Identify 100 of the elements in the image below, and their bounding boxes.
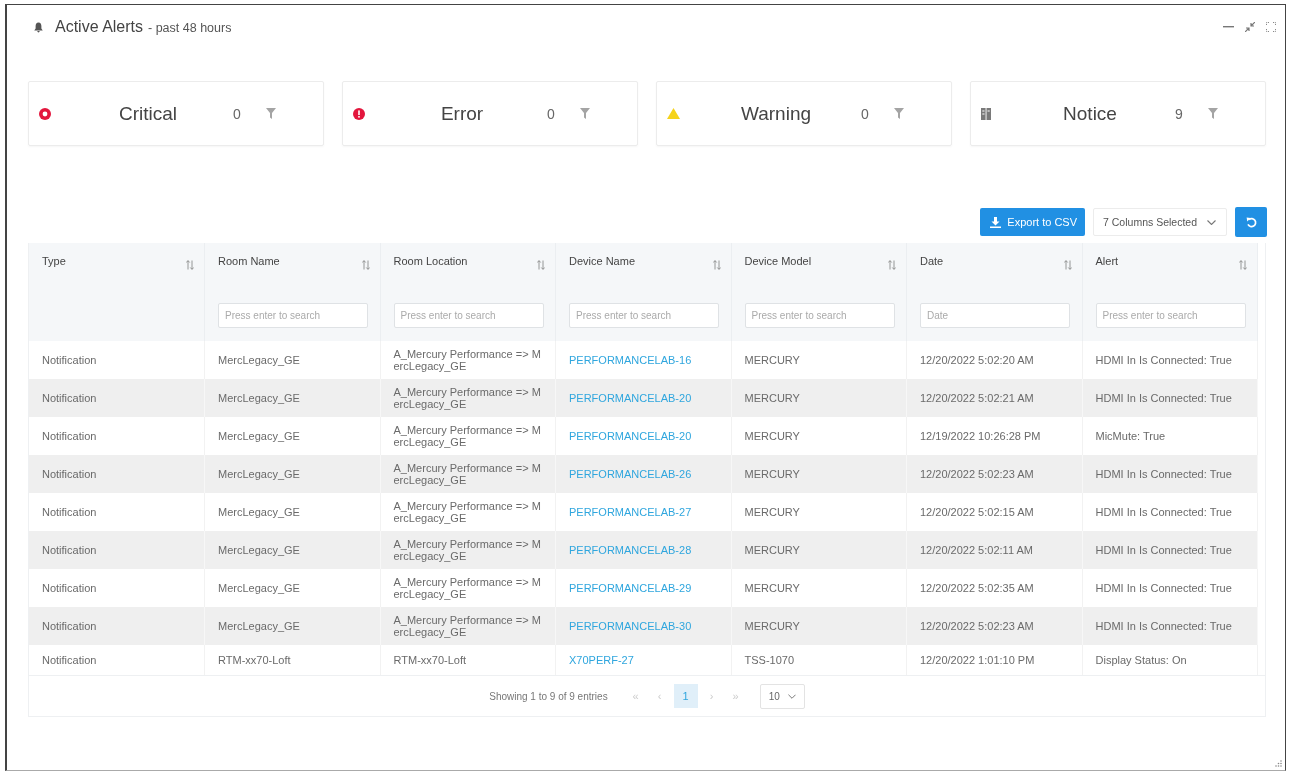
table-cell: A_Mercury Performance => MercLegacy_GE: [393, 462, 541, 486]
filter-icon[interactable]: [266, 108, 276, 119]
table-cell: A_Mercury Performance => MercLegacy_GE: [393, 538, 541, 562]
warning-triangle-icon: [667, 108, 680, 119]
export-csv-button[interactable]: Export to CSV: [980, 208, 1086, 236]
alert-count: 0: [232, 105, 242, 122]
severity-label: Critical: [117, 102, 179, 125]
table-cell: 12/20/2022 5:02:23 AM: [920, 620, 1034, 632]
panel-title: Active Alerts: [55, 18, 144, 36]
summary-card[interactable]: Notice 9: [970, 81, 1266, 146]
resize-grip-icon[interactable]: [1275, 760, 1282, 767]
sort-icon[interactable]: [1239, 260, 1247, 270]
alert-count: 0: [860, 105, 870, 122]
entries-info: Showing 1 to 9 of 9 entries: [489, 690, 608, 702]
search-field[interactable]: Press enter to search: [569, 303, 719, 328]
sort-icon[interactable]: [361, 260, 370, 270]
table-cell: MercLegacy_GE: [218, 582, 300, 594]
table-cell: A_Mercury Performance => MercLegacy_GE: [393, 576, 541, 600]
search-field[interactable]: Press enter to search: [1095, 303, 1246, 328]
table-cell: Notification: [42, 506, 97, 518]
search-field[interactable]: Press enter to search: [744, 303, 895, 328]
table-cell: MERCURY: [744, 582, 800, 594]
table-cell: 12/19/2022 10:26:28 PM: [920, 430, 1041, 442]
table-cell: A_Mercury Performance => MercLegacy_GE: [393, 348, 541, 372]
severity-label: Notice: [1062, 102, 1118, 125]
table-cell: MERCURY: [744, 544, 800, 556]
search-field[interactable]: Press enter to search: [393, 303, 544, 328]
page-button[interactable]: 1: [673, 684, 698, 708]
table-cell: MERCURY: [744, 392, 800, 404]
table-cell: Notification: [42, 468, 97, 480]
filter-icon[interactable]: [1208, 108, 1218, 119]
table-cell: RTM-xx70-Loft: [393, 654, 467, 666]
summary-card[interactable]: Critical 0: [28, 81, 324, 146]
column-header: Device Name: [569, 255, 636, 267]
severity-label: Error: [439, 102, 485, 125]
document-icon: [981, 107, 991, 120]
column-header: Date: [920, 255, 944, 267]
fullscreen-icon[interactable]: [1266, 22, 1276, 32]
column-header: Type: [42, 255, 66, 267]
table-cell: 12/20/2022 5:02:15 AM: [920, 506, 1034, 518]
device-link[interactable]: PERFORMANCELAB-20: [569, 430, 692, 442]
table-cell: MercLegacy_GE: [218, 506, 300, 518]
table-cell: Notification: [42, 354, 97, 366]
table-cell: A_Mercury Performance => MercLegacy_GE: [393, 424, 541, 448]
refresh-button[interactable]: [1235, 207, 1267, 237]
exclamation-circle-icon: [353, 107, 365, 120]
search-field[interactable]: Date: [920, 303, 1070, 328]
summary-card[interactable]: Warning 0: [656, 81, 952, 146]
table-cell: Notification: [42, 582, 97, 594]
table-cell: MERCURY: [744, 354, 800, 366]
column-header: Room Location: [393, 255, 468, 267]
table-cell: MercLegacy_GE: [218, 544, 300, 556]
sort-icon[interactable]: [537, 260, 545, 270]
device-link[interactable]: PERFORMANCELAB-29: [569, 582, 692, 594]
table-cell: MERCURY: [744, 430, 800, 442]
table-cell: Notification: [42, 620, 97, 632]
filter-icon[interactable]: [580, 108, 590, 119]
bell-icon: [34, 21, 43, 33]
table-cell: MERCURY: [744, 620, 800, 632]
table-cell: Notification: [42, 544, 97, 556]
severity-label: Warning: [739, 102, 812, 125]
sort-icon[interactable]: [712, 260, 721, 270]
table-cell: Notification: [42, 430, 97, 442]
table-cell: MERCURY: [744, 506, 800, 518]
device-link[interactable]: PERFORMANCELAB-27: [569, 506, 692, 518]
table-cell: MercLegacy_GE: [218, 468, 300, 480]
alert-count: 9: [1174, 105, 1184, 122]
page-size-select[interactable]: 10: [759, 683, 805, 709]
table-cell: HDMI In Is Connected: True: [1095, 544, 1232, 556]
alert-count: 0: [546, 105, 556, 122]
device-link[interactable]: X70PERF-27: [569, 654, 634, 666]
table-cell: A_Mercury Performance => MercLegacy_GE: [393, 614, 541, 638]
sort-icon[interactable]: [186, 260, 194, 270]
sort-icon[interactable]: [1063, 260, 1072, 270]
columns-select[interactable]: 7 Columns Selected: [1093, 208, 1227, 236]
table-cell: Display Status: On: [1095, 654, 1187, 666]
table-cell: HDMI In Is Connected: True: [1095, 392, 1232, 404]
table-cell: A_Mercury Performance => MercLegacy_GE: [393, 500, 541, 524]
table-cell: HDMI In Is Connected: True: [1095, 468, 1232, 480]
table-cell: HDMI In Is Connected: True: [1095, 354, 1232, 366]
table-cell: Notification: [42, 392, 97, 404]
table-cell: MicMute: True: [1095, 430, 1166, 442]
collapse-arrows-icon[interactable]: [1245, 22, 1255, 32]
table-cell: MERCURY: [744, 468, 800, 480]
minimize-icon[interactable]: [1223, 26, 1234, 28]
device-link[interactable]: PERFORMANCELAB-16: [569, 354, 692, 366]
table-cell: 12/20/2022 5:02:20 AM: [920, 354, 1034, 366]
search-field[interactable]: Press enter to search: [218, 303, 368, 328]
filter-icon[interactable]: [894, 108, 904, 119]
table-cell: HDMI In Is Connected: True: [1095, 506, 1232, 518]
chevron-down-icon: [1207, 219, 1216, 225]
table-cell: TSS-1070: [744, 654, 795, 666]
table-cell: MercLegacy_GE: [218, 392, 300, 404]
column-header: Alert: [1095, 255, 1119, 267]
download-icon: [990, 216, 1002, 228]
summary-card[interactable]: Error 0: [342, 81, 638, 146]
table-cell: A_Mercury Performance => MercLegacy_GE: [393, 386, 541, 410]
table-cell: Notification: [42, 654, 97, 666]
table-cell: RTM-xx70-Loft: [218, 654, 291, 666]
sort-icon[interactable]: [888, 260, 896, 270]
